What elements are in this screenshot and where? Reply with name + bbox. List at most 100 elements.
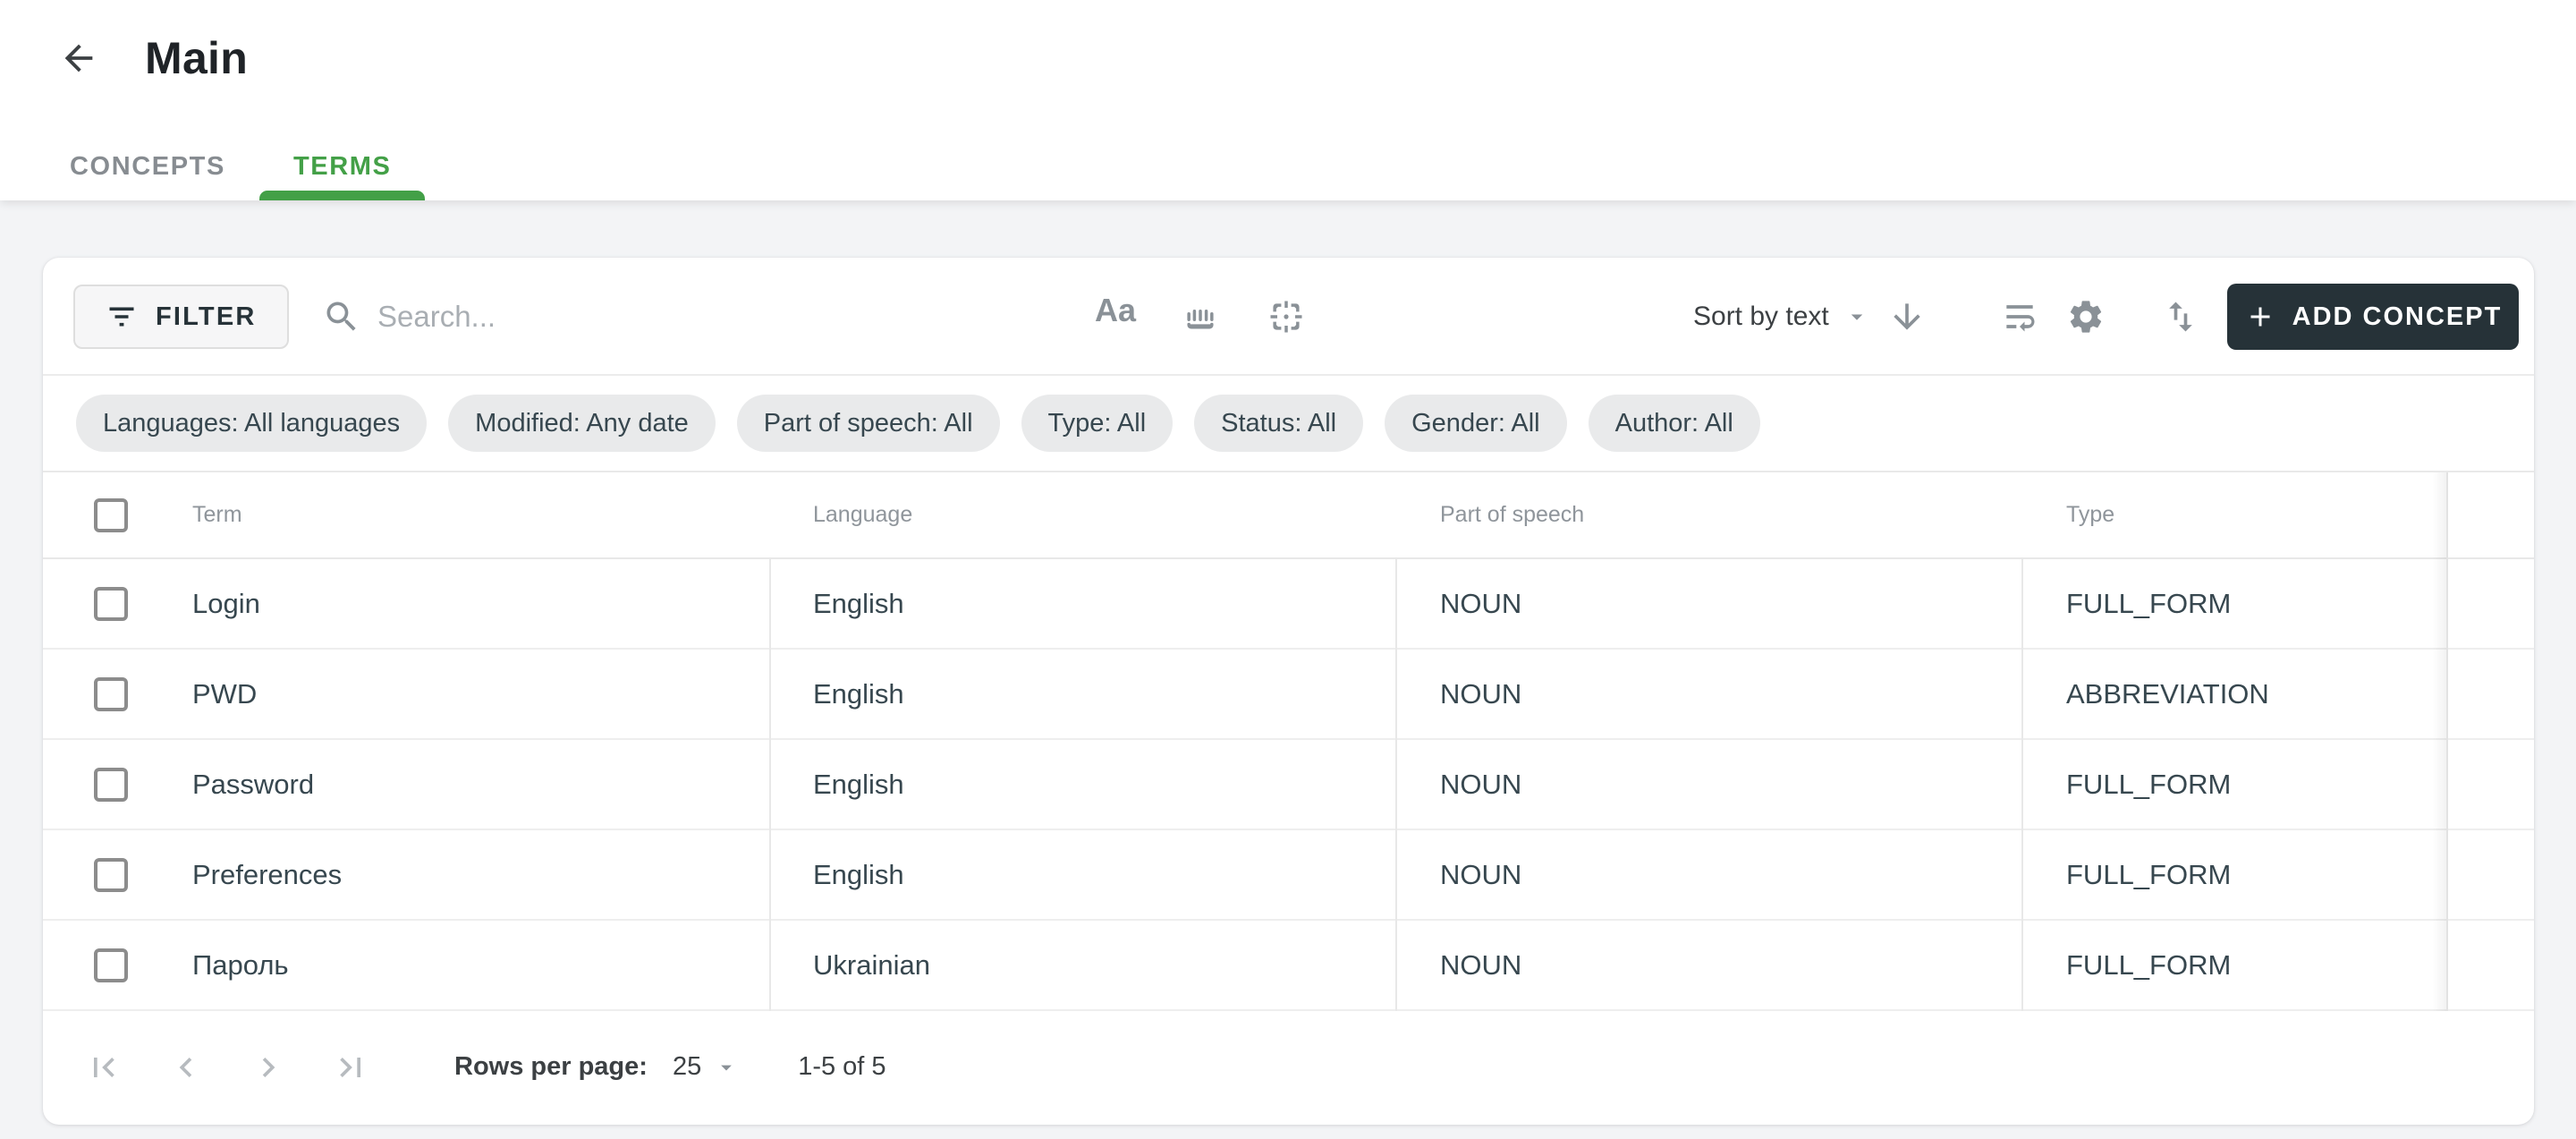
search-input[interactable] — [377, 288, 1021, 345]
pinned-column-shadow — [2432, 559, 2448, 1011]
select-all-checkbox[interactable] — [94, 498, 128, 532]
chip-part-of-speech-label: Part of speech: All — [764, 409, 973, 438]
column-divider — [769, 559, 771, 1011]
row-checkbox[interactable] — [94, 948, 128, 982]
sort-by-dropdown[interactable]: Sort by text — [1693, 258, 1870, 376]
type-cell: FULL_FORM — [2066, 830, 2231, 919]
tab-terms[interactable]: TERMS — [259, 132, 426, 200]
table-row[interactable]: Login English NOUN FULL_FORM — [43, 559, 2534, 650]
language-cell: English — [813, 650, 904, 738]
chip-modified-label: Modified: Any date — [475, 409, 689, 438]
arrow-left-icon — [58, 38, 99, 79]
tab-terms-label: TERMS — [293, 152, 392, 182]
table-row[interactable]: Пароль Ukrainian NOUN FULL_FORM — [43, 921, 2534, 1011]
chip-status[interactable]: Status: All — [1194, 395, 1363, 452]
chip-status-label: Status: All — [1221, 409, 1336, 438]
match-case-button[interactable]: Aa — [1095, 292, 1136, 329]
term-cell: Login — [192, 559, 260, 648]
table-row[interactable]: Preferences English NOUN FULL_FORM — [43, 830, 2534, 921]
column-divider — [1395, 559, 1397, 1011]
part-of-speech-cell: NOUN — [1440, 740, 1521, 829]
import-export-button[interactable] — [2161, 297, 2200, 341]
back-button[interactable] — [57, 37, 100, 80]
chip-author[interactable]: Author: All — [1589, 395, 1760, 452]
pagination-bar: Rows per page: 25 1-5 of 5 — [43, 1011, 2534, 1123]
table-row[interactable]: Password English NOUN FULL_FORM — [43, 740, 2534, 830]
column-header-part-of-speech: Part of speech — [1440, 472, 1584, 557]
row-checkbox[interactable] — [94, 587, 128, 621]
exact-match-button[interactable] — [1267, 297, 1306, 341]
type-cell: FULL_FORM — [2066, 921, 2231, 1009]
filter-button[interactable]: FILTER — [73, 285, 289, 349]
app-header: Main CONCEPTS TERMS — [0, 0, 2576, 200]
last-page-icon — [331, 1048, 370, 1087]
wrap-text-icon — [2000, 297, 2039, 336]
chip-modified[interactable]: Modified: Any date — [448, 395, 716, 452]
term-cell: Пароль — [192, 921, 289, 1009]
column-divider — [2021, 559, 2023, 1011]
search-icon — [322, 297, 361, 336]
chip-languages-label: Languages: All languages — [103, 409, 400, 438]
plus-icon — [2244, 301, 2276, 333]
sort-by-label: Sort by text — [1693, 302, 1829, 332]
type-cell: FULL_FORM — [2066, 559, 2231, 648]
filter-chips-row: Languages: All languages Modified: Any d… — [43, 376, 2534, 472]
add-concept-button[interactable]: ADD CONCEPT — [2227, 284, 2519, 350]
chip-part-of-speech[interactable]: Part of speech: All — [737, 395, 1000, 452]
language-cell: English — [813, 559, 904, 648]
chevron-left-icon — [166, 1048, 206, 1087]
table-row[interactable]: PWD English NOUN ABBREVIATION — [43, 650, 2534, 740]
part-of-speech-cell: NOUN — [1440, 559, 1521, 648]
first-page-button[interactable] — [82, 1046, 125, 1089]
language-cell: English — [813, 740, 904, 829]
chip-languages[interactable]: Languages: All languages — [76, 395, 427, 452]
table-header: Term Language Part of speech Type — [43, 472, 2534, 559]
import-export-icon — [2161, 297, 2200, 336]
rows-per-page-label: Rows per page: — [454, 1052, 648, 1082]
terms-panel: FILTER Aa Sort by text — [43, 258, 2534, 1125]
filter-icon — [106, 301, 138, 333]
part-of-speech-cell: NOUN — [1440, 921, 1521, 1009]
row-checkbox[interactable] — [94, 768, 128, 802]
toolbar: FILTER Aa Sort by text — [43, 258, 2534, 376]
match-case-label: Aa — [1095, 292, 1136, 328]
sort-direction-button[interactable] — [1887, 297, 1927, 341]
chip-type[interactable]: Type: All — [1021, 395, 1174, 452]
column-header-type: Type — [2066, 472, 2114, 557]
term-cell: PWD — [192, 650, 257, 738]
type-cell: FULL_FORM — [2066, 740, 2231, 829]
gear-icon — [2066, 297, 2106, 336]
add-concept-label: ADD CONCEPT — [2292, 302, 2503, 332]
rows-per-page-value: 25 — [673, 1052, 701, 1082]
previous-page-button[interactable] — [165, 1046, 208, 1089]
wrap-text-button[interactable] — [2000, 297, 2039, 341]
settings-button[interactable] — [2066, 297, 2106, 341]
tab-concepts-label: CONCEPTS — [70, 152, 225, 182]
part-of-speech-cell: NOUN — [1440, 830, 1521, 919]
part-of-speech-cell: NOUN — [1440, 650, 1521, 738]
type-cell: ABBREVIATION — [2066, 650, 2269, 738]
pagination-range: 1-5 of 5 — [798, 1052, 886, 1082]
pinned-column-shadow — [2432, 472, 2448, 559]
row-checkbox[interactable] — [94, 677, 128, 711]
term-cell: Password — [192, 740, 314, 829]
next-page-button[interactable] — [247, 1046, 290, 1089]
tab-concepts[interactable]: CONCEPTS — [36, 132, 259, 200]
barcode-icon — [1181, 297, 1220, 336]
language-cell: English — [813, 830, 904, 919]
row-checkbox[interactable] — [94, 858, 128, 892]
page-title: Main — [145, 32, 248, 84]
chip-gender-label: Gender: All — [1411, 409, 1539, 438]
tab-bar: CONCEPTS TERMS — [36, 132, 425, 200]
rows-per-page-select[interactable]: 25 — [673, 1052, 739, 1082]
language-cell: Ukrainian — [813, 921, 930, 1009]
active-tab-indicator — [259, 191, 426, 200]
chip-gender[interactable]: Gender: All — [1385, 395, 1566, 452]
stem-match-button[interactable] — [1181, 297, 1220, 341]
chip-type-label: Type: All — [1048, 409, 1147, 438]
table-body: Login English NOUN FULL_FORM PWD English… — [43, 559, 2534, 1011]
last-page-button[interactable] — [329, 1046, 372, 1089]
term-cell: Preferences — [192, 830, 342, 919]
arrow-down-icon — [1887, 297, 1927, 336]
chevron-down-icon — [714, 1055, 739, 1080]
